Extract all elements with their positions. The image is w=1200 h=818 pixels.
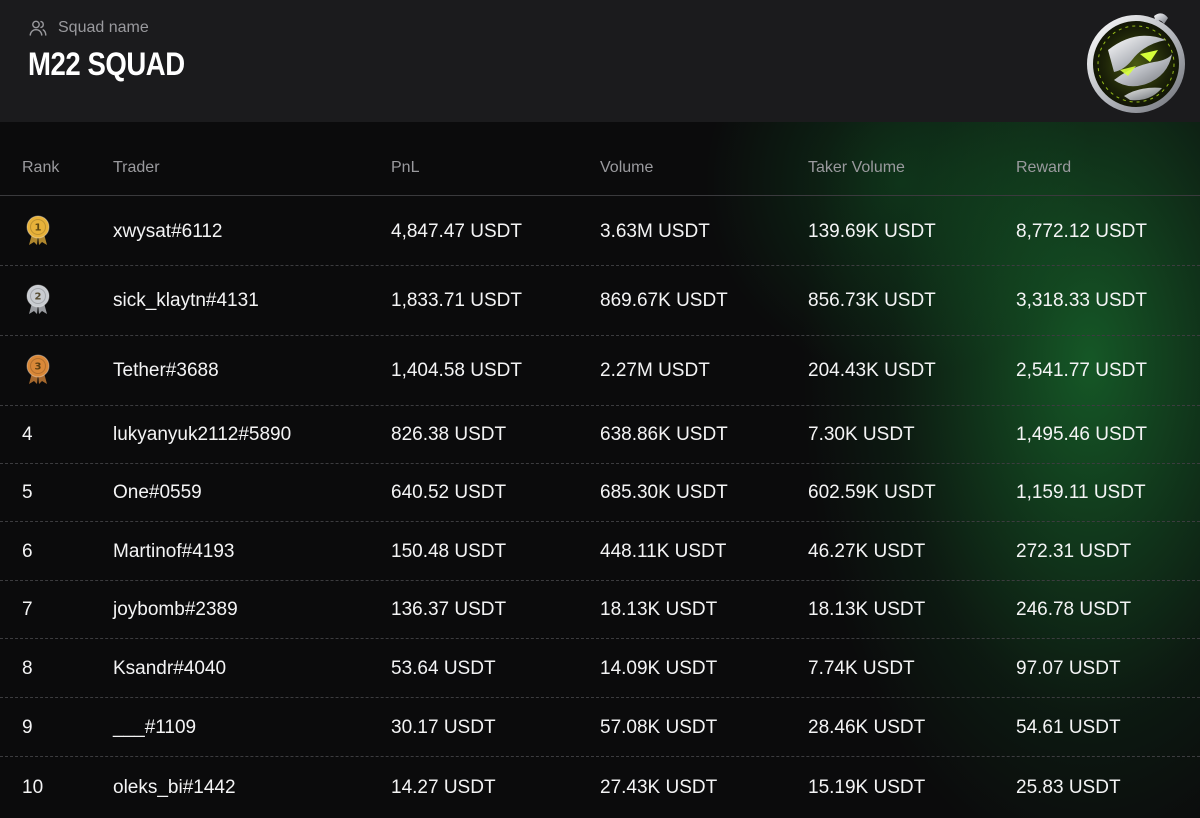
table-row: 7 joybomb#2389 136.37 USDT 18.13K USDT 18.13…: [0, 581, 1200, 639]
trader-cell: sick_klaytn#4131: [113, 290, 259, 311]
table-header: Rank Trader PnL Volume Taker Volume Rewa…: [0, 122, 1200, 196]
reward-cell: 1,159.11 USDT: [1016, 482, 1146, 503]
trader-cell: joybomb#2389: [113, 599, 238, 620]
taker-volume-cell: 15.19K USDT: [808, 777, 926, 798]
trader-cell: ___#1109: [113, 717, 197, 738]
rank-cell: 10: [22, 777, 44, 798]
squad-header: Squad name M22 SQUAD: [0, 0, 1200, 122]
rank-cell: 5: [22, 482, 33, 503]
rank-cell: 7: [22, 599, 33, 620]
trader-cell: oleks_bi#1442: [113, 777, 236, 798]
column-header-volume: Volume: [600, 159, 654, 176]
volume-cell: 685.30K USDT: [600, 482, 728, 503]
rank-cell: 8: [22, 658, 33, 679]
pnl-cell: 826.38 USDT: [391, 424, 507, 445]
reward-cell: 2,541.77 USDT: [1016, 360, 1147, 381]
trader-cell: xwysat#6112: [113, 221, 223, 242]
trader-cell: One#0559: [113, 482, 202, 503]
pnl-cell: 4,847.47 USDT: [391, 221, 522, 242]
squad-emblem-icon: [1084, 10, 1188, 114]
volume-cell: 869.67K USDT: [600, 290, 728, 311]
bronze-medal-icon: 3: [24, 353, 52, 385]
pnl-cell: 136.37 USDT: [391, 599, 507, 620]
pnl-cell: 1,833.71 USDT: [391, 290, 522, 311]
pnl-cell: 150.48 USDT: [391, 541, 507, 562]
reward-cell: 54.61 USDT: [1016, 717, 1121, 738]
rank-cell: 9: [22, 717, 33, 738]
taker-volume-cell: 7.74K USDT: [808, 658, 915, 679]
svg-text:3: 3: [35, 362, 42, 373]
taker-volume-cell: 28.46K USDT: [808, 717, 926, 738]
table-row: 3 Tether#3688 1,404.58 USDT 2.27M USDT 204.4…: [0, 336, 1200, 406]
volume-cell: 14.09K USDT: [600, 658, 718, 679]
svg-text:2: 2: [35, 292, 42, 303]
taker-volume-cell: 46.27K USDT: [808, 541, 926, 562]
volume-cell: 3.63M USDT: [600, 221, 710, 242]
squad-name-label-text: Squad name: [58, 19, 149, 36]
users-icon: [28, 18, 48, 38]
reward-cell: 272.31 USDT: [1016, 541, 1132, 562]
trader-cell: Martinof#4193: [113, 541, 235, 562]
table-row: 9 ___#1109 30.17 USDT 57.08K USDT 28.46K USD…: [0, 698, 1200, 757]
reward-cell: 246.78 USDT: [1016, 599, 1132, 620]
reward-cell: 25.83 USDT: [1016, 777, 1121, 798]
volume-cell: 448.11K USDT: [600, 541, 727, 562]
pnl-cell: 1,404.58 USDT: [391, 360, 522, 381]
rank-cell: 6: [22, 541, 33, 562]
reward-cell: 1,495.46 USDT: [1016, 424, 1147, 445]
taker-volume-cell: 7.30K USDT: [808, 424, 915, 445]
rank-cell: 4: [22, 424, 33, 445]
reward-cell: 8,772.12 USDT: [1016, 221, 1147, 242]
trader-cell: Ksandr#4040: [113, 658, 227, 679]
taker-volume-cell: 856.73K USDT: [808, 290, 936, 311]
trader-cell: lukyanyuk2112#5890: [113, 424, 292, 445]
reward-cell: 3,318.33 USDT: [1016, 290, 1147, 311]
table-row: 4 lukyanyuk2112#5890 826.38 USDT 638.86K US…: [0, 406, 1200, 464]
squad-name-label: Squad name: [28, 17, 149, 39]
volume-cell: 57.08K USDT: [600, 717, 718, 738]
svg-text:1: 1: [35, 223, 42, 234]
volume-cell: 18.13K USDT: [600, 599, 718, 620]
column-header-rank: Rank: [22, 159, 60, 176]
taker-volume-cell: 139.69K USDT: [808, 221, 936, 242]
table-row: 6 Martinof#4193 150.48 USDT 448.11K USDT 46.…: [0, 522, 1200, 581]
trader-cell: Tether#3688: [113, 360, 219, 381]
column-header-trader: Trader: [113, 159, 160, 176]
taker-volume-cell: 18.13K USDT: [808, 599, 926, 620]
volume-cell: 2.27M USDT: [600, 360, 710, 381]
taker-volume-cell: 204.43K USDT: [808, 360, 936, 381]
column-header-pnl: PnL: [391, 159, 420, 176]
squad-leaderboard: Rank Trader PnL Volume Taker Volume Rewa…: [0, 122, 1200, 818]
table-row: 2 sick_klaytn#4131 1,833.71 USDT 869.67K US…: [0, 266, 1200, 336]
pnl-cell: 53.64 USDT: [391, 658, 496, 679]
volume-cell: 27.43K USDT: [600, 777, 718, 798]
pnl-cell: 30.17 USDT: [391, 717, 496, 738]
table-row: 5 One#0559 640.52 USDT 685.30K USDT 602.59K …: [0, 464, 1200, 522]
volume-cell: 638.86K USDT: [600, 424, 728, 445]
column-header-reward: Reward: [1016, 159, 1072, 176]
column-header-taker-volume: Taker Volume: [808, 159, 905, 176]
reward-cell: 97.07 USDT: [1016, 658, 1121, 679]
pnl-cell: 640.52 USDT: [391, 482, 507, 503]
table-row: 8 Ksandr#4040 53.64 USDT 14.09K USDT 7.74K U…: [0, 639, 1200, 698]
pnl-cell: 14.27 USDT: [391, 777, 496, 798]
squad-title: M22 SQUAD: [28, 46, 185, 82]
gold-medal-icon: 1: [24, 214, 52, 246]
silver-medal-icon: 2: [24, 283, 52, 315]
table-row: 10 oleks_bi#1442 14.27 USDT 27.43K USDT 15.1…: [0, 757, 1200, 818]
taker-volume-cell: 602.59K USDT: [808, 482, 936, 503]
table-row: 1 xwysat#6112 4,847.47 USDT 3.63M USDT 139.6…: [0, 197, 1200, 266]
